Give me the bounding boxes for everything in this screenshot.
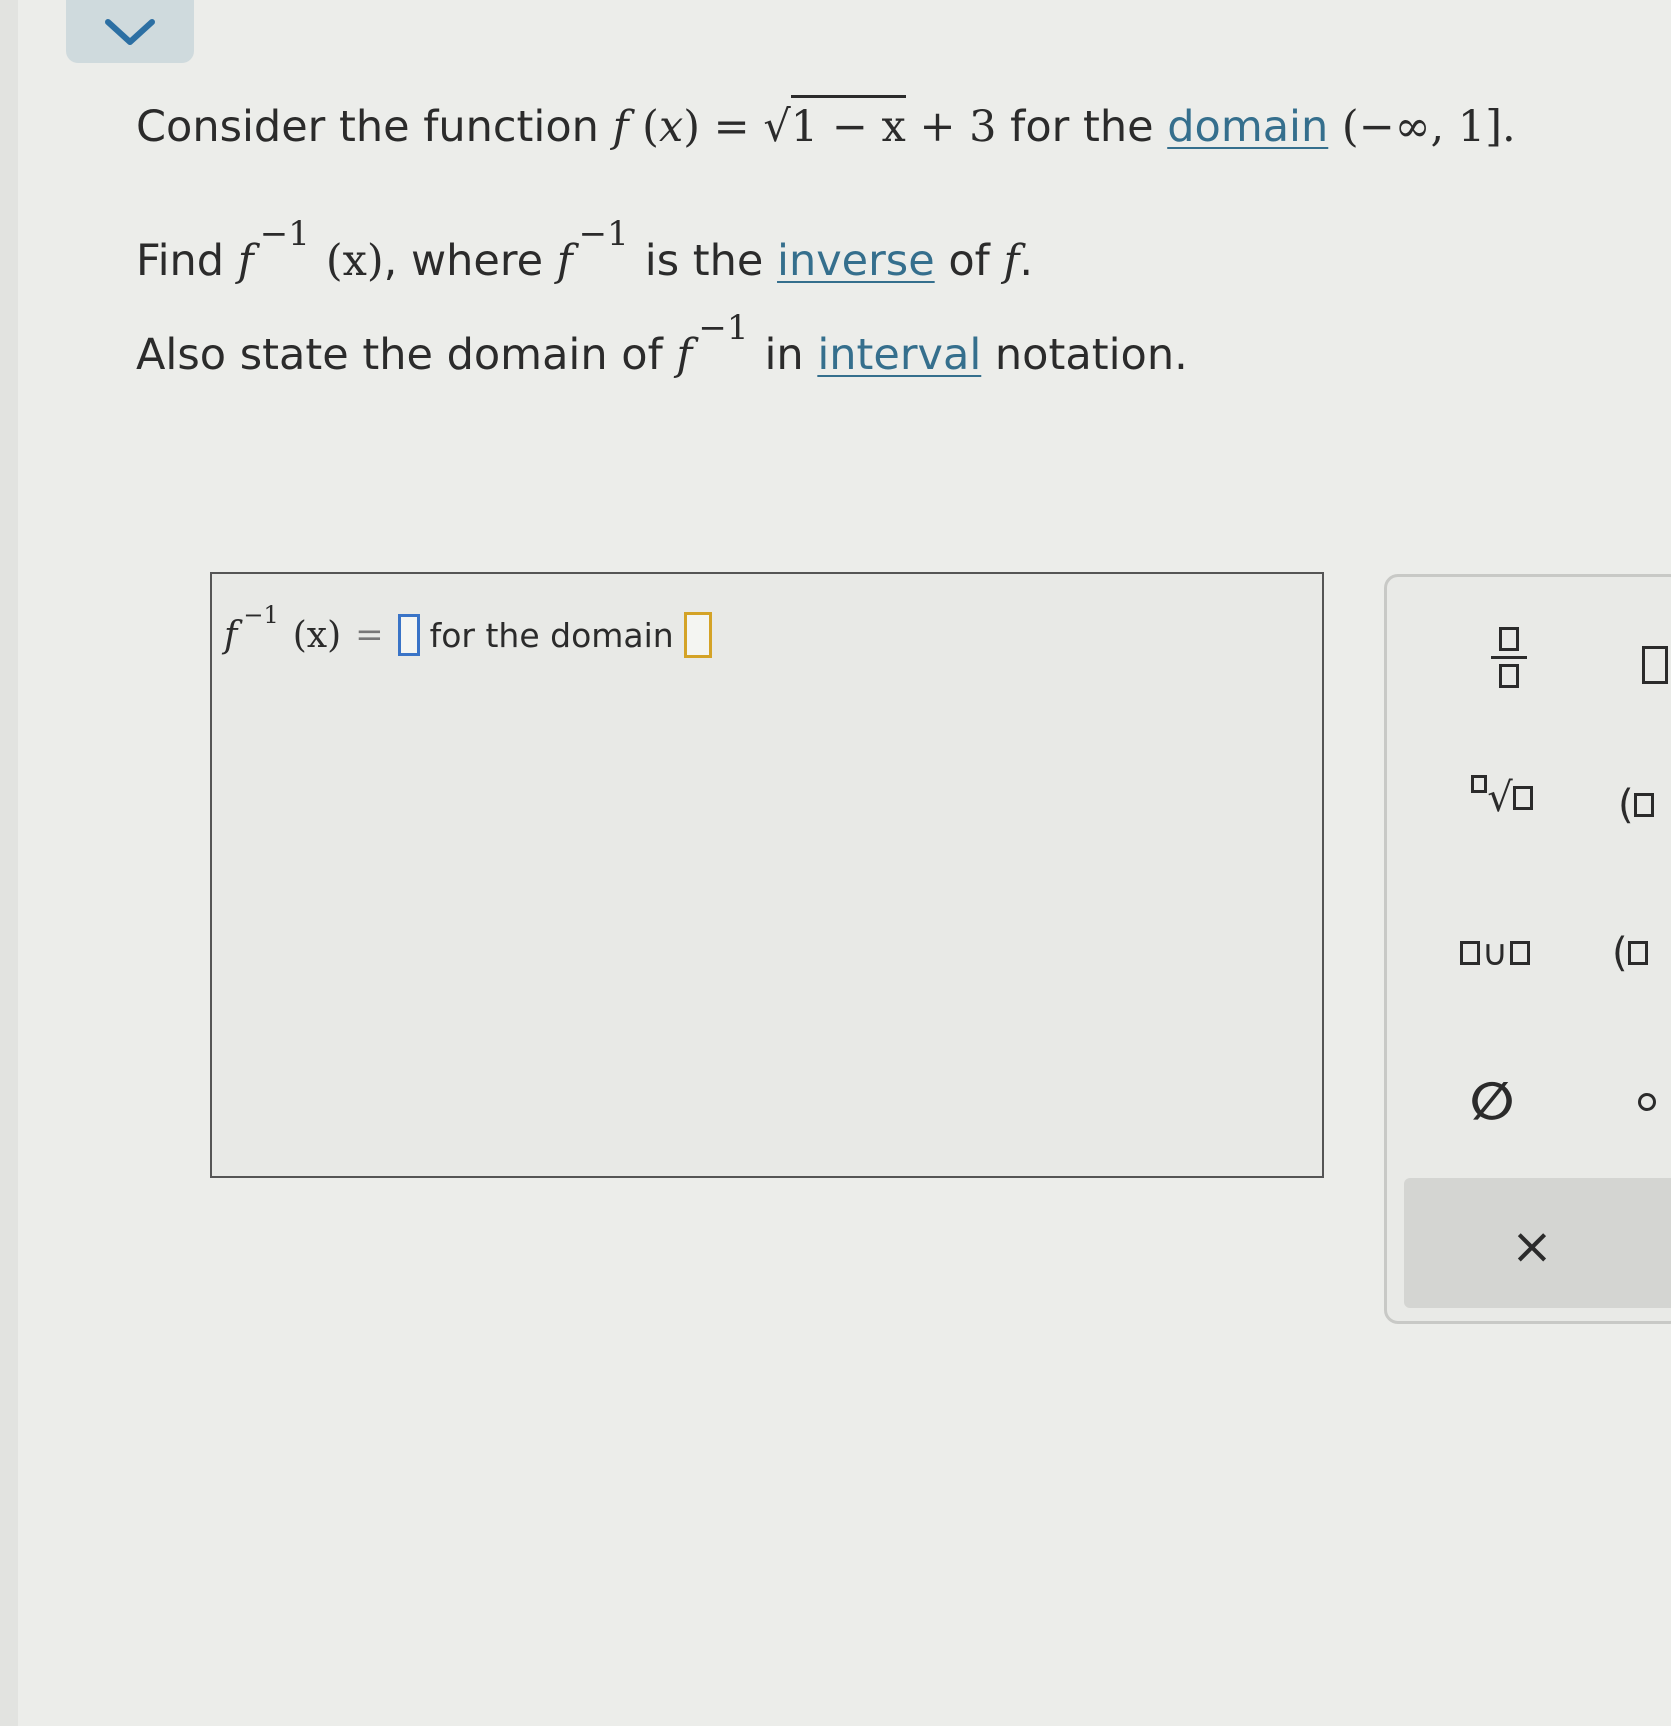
open-interval-button[interactable]: ( bbox=[1618, 780, 1671, 830]
inverse-function-input[interactable] bbox=[397, 614, 420, 656]
empty-set-icon: ∅ bbox=[1469, 1072, 1515, 1132]
question-line-3: Also state the domain of f−1in interval … bbox=[136, 308, 1188, 380]
chevron-down-icon bbox=[105, 18, 155, 45]
question-line-1: Consider the function f (x) = √1 − x + 3… bbox=[136, 95, 1516, 152]
infinity-button[interactable] bbox=[1638, 1082, 1671, 1122]
answer-box bbox=[210, 572, 1324, 1178]
answer-argument: (x) bbox=[292, 614, 342, 656]
inverse-link[interactable]: inverse bbox=[777, 236, 935, 286]
clear-button[interactable]: × bbox=[1500, 1214, 1564, 1278]
fraction-button[interactable] bbox=[1482, 612, 1536, 702]
index-box-icon bbox=[1471, 775, 1488, 793]
function-variable: x bbox=[658, 102, 684, 152]
inverse-function-name: f bbox=[237, 236, 254, 286]
for-the-domain-label: for the domain bbox=[429, 615, 674, 655]
radicand-box-icon bbox=[1512, 786, 1533, 810]
circle-icon bbox=[1638, 1093, 1656, 1111]
collapse-button[interactable] bbox=[66, 0, 194, 63]
also-state-text: Also state the domain of bbox=[136, 330, 663, 380]
answer-function-name: f bbox=[224, 614, 238, 656]
union-icon: ∪ bbox=[1481, 932, 1509, 974]
domain-link[interactable]: domain bbox=[1167, 102, 1328, 152]
domain-input[interactable] bbox=[683, 612, 712, 658]
box-icon bbox=[1459, 941, 1480, 965]
box-icon bbox=[1642, 646, 1668, 684]
paren-icon: ( bbox=[1612, 930, 1628, 976]
given-domain: (−∞, 1]. bbox=[1328, 102, 1516, 152]
find-text: Find bbox=[136, 236, 225, 286]
empty-set-button[interactable]: ∅ bbox=[1460, 1070, 1524, 1134]
box-icon bbox=[1510, 941, 1531, 965]
left-rail bbox=[0, 0, 18, 1726]
function-name: f bbox=[612, 102, 629, 152]
question-prefix: Consider the function bbox=[136, 102, 599, 152]
fraction-bar-icon bbox=[1491, 655, 1527, 659]
inverse-exponent: −1 bbox=[259, 214, 310, 254]
radicand: 1 − x bbox=[790, 95, 906, 152]
box-icon bbox=[1627, 941, 1648, 965]
answer-row: f −1 (x) = for the domain bbox=[224, 601, 712, 658]
plus-constant: + 3 bbox=[905, 102, 997, 152]
answer-inverse-exponent: −1 bbox=[243, 601, 279, 629]
half-open-interval-button[interactable]: ( bbox=[1612, 928, 1671, 978]
radical-icon: √ bbox=[1487, 775, 1513, 821]
exponent-button[interactable] bbox=[1640, 640, 1670, 690]
nth-root-button[interactable]: √ bbox=[1452, 768, 1552, 828]
union-button[interactable]: ∪ bbox=[1440, 928, 1550, 978]
close-icon: × bbox=[1511, 1217, 1553, 1275]
interval-link[interactable]: interval bbox=[817, 330, 981, 380]
paren-icon: ( bbox=[1618, 782, 1634, 828]
numerator-box-icon bbox=[1499, 626, 1519, 651]
denominator-box-icon bbox=[1499, 663, 1519, 688]
question-line-2: Find f−1(x), where f−1is the inverse of … bbox=[136, 214, 1034, 286]
box-icon bbox=[1633, 793, 1654, 817]
radical-sign: √ bbox=[763, 102, 791, 152]
answer-equals: = bbox=[355, 615, 384, 655]
